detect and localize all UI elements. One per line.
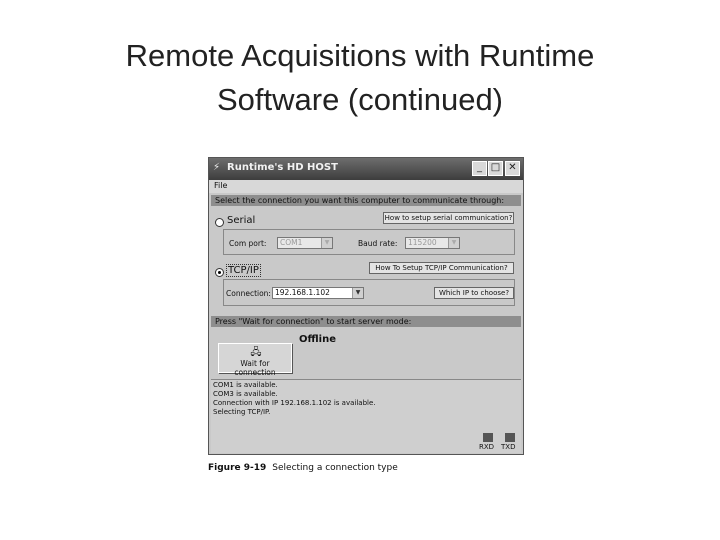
chevron-down-icon[interactable]: ▼ [448, 238, 459, 248]
connection-section-header: Select the connection you want this comp… [211, 195, 521, 206]
connection-label: Connection: [226, 289, 271, 298]
baud-rate-label: Baud rate: [358, 239, 398, 248]
wait-button-label: Wait for connection [234, 359, 276, 377]
txd-label: TXD [501, 443, 516, 451]
com-port-select[interactable]: COM1 ▼ [277, 237, 333, 249]
rxd-indicator [483, 433, 493, 442]
menu-bar: File [209, 180, 523, 193]
figure-text: Selecting a connection type [272, 463, 398, 473]
serial-label[interactable]: Serial [227, 215, 255, 226]
serial-help-button[interactable]: How to setup serial communication? [383, 212, 514, 224]
which-ip-button[interactable]: Which IP to choose? [434, 287, 514, 299]
log-line: COM3 is available. [213, 390, 278, 398]
tcpip-help-button[interactable]: How To Setup TCP/IP Communication? [369, 262, 514, 274]
connection-value: 192.168.1.102 [275, 288, 330, 297]
menu-file[interactable]: File [214, 181, 227, 190]
figure-number: Figure 9-19 [208, 463, 267, 473]
rxd-label: RXD [479, 443, 495, 451]
txd-indicator [505, 433, 515, 442]
baud-rate-select[interactable]: 115200 ▼ [405, 237, 460, 249]
log-panel: COM1 is available. COM3 is available. Co… [211, 379, 521, 453]
connection-status: Offline [299, 334, 336, 345]
baud-rate-value: 115200 [408, 238, 437, 247]
com-port-label: Com port: [229, 239, 267, 248]
chevron-down-icon[interactable]: ▼ [352, 288, 363, 298]
com-port-value: COM1 [280, 238, 303, 247]
serial-settings-group: Com port: COM1 ▼ Baud rate: 115200 ▼ [223, 229, 515, 255]
connection-select[interactable]: 192.168.1.102 ▼ [272, 287, 364, 299]
log-line: Connection with IP 192.168.1.102 is avai… [213, 399, 376, 407]
title-bar[interactable]: ⚡ Runtime's HD HOST _ □ ✕ [209, 158, 523, 180]
figure-caption: Figure 9-19 Selecting a connection type [208, 463, 398, 473]
network-computer-icon: 🖧 [250, 347, 262, 358]
hd-host-window: ⚡ Runtime's HD HOST _ □ ✕ File Select th… [208, 157, 524, 455]
log-line: COM1 is available. [213, 381, 278, 389]
chevron-down-icon[interactable]: ▼ [321, 238, 332, 248]
app-icon: ⚡ [213, 162, 221, 173]
minimize-button[interactable]: _ [472, 161, 487, 176]
server-section-header: Press "Wait for connection" to start ser… [211, 316, 521, 327]
serial-radio[interactable] [215, 218, 224, 227]
close-button[interactable]: ✕ [505, 161, 520, 176]
tcpip-settings-group: Connection: 192.168.1.102 ▼ Which IP to … [223, 279, 515, 306]
wait-for-connection-button[interactable]: 🖧 Wait for connection [218, 343, 292, 377]
window-title: Runtime's HD HOST [227, 162, 338, 173]
tcpip-radio[interactable] [215, 268, 224, 277]
tcpip-label[interactable]: TCP/IP [226, 264, 261, 277]
maximize-button[interactable]: □ [488, 161, 503, 176]
slide-title: Remote Acquisitions with Runtime Softwar… [125, 38, 595, 117]
log-line: Selecting TCP/IP. [213, 408, 271, 416]
